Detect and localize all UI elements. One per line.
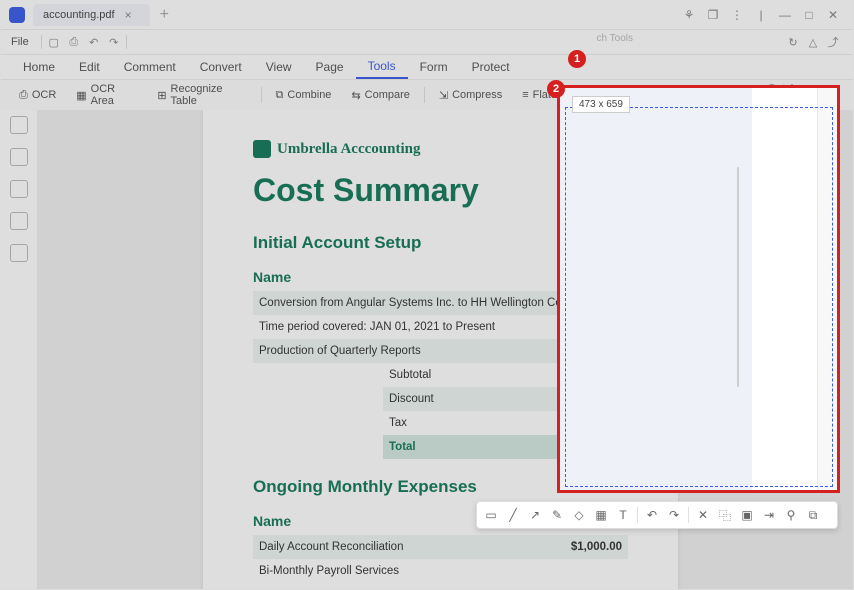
redo-tool-icon[interactable]: ↷ (664, 505, 684, 525)
cancel-capture-icon[interactable]: ✕ (693, 505, 713, 525)
col-name: Name (253, 513, 291, 529)
table-cell: Daily Account Reconciliation (259, 541, 403, 553)
menu-convert[interactable]: Convert (188, 56, 254, 78)
discount-label: Discount (389, 393, 434, 405)
app-logo-icon (9, 7, 25, 23)
table-cell: $1,000.00 (571, 541, 622, 553)
new-tab-button[interactable]: + (160, 6, 169, 24)
maximize-button[interactable]: □ (797, 8, 821, 22)
menu-form[interactable]: Form (408, 56, 460, 78)
quick-access-bar: File ▢ ⎙ ↶ ↷ ↻ △ ⤴ (1, 30, 853, 55)
share-capture-icon[interactable]: ⧉ (803, 505, 823, 525)
cloud-icon[interactable]: ↻ (783, 34, 803, 50)
minimize-button[interactable]: — (773, 8, 797, 22)
gift-icon[interactable]: ⚘ (677, 8, 701, 22)
menu-comment[interactable]: Comment (112, 56, 188, 78)
menu-edit[interactable]: Edit (67, 56, 112, 78)
compare-button[interactable]: ⇆Compare (343, 86, 417, 105)
tab-title: accounting.pdf (43, 9, 115, 21)
table-cell: Time period covered: JAN 01, 2021 to Pre… (259, 321, 495, 333)
app-window: accounting.pdf × + ch Tools ⚘ ❐ ⋮ | — □ … (0, 0, 854, 590)
ocr-area-button[interactable]: ▦OCR Area (68, 80, 145, 110)
attachments-icon[interactable] (10, 212, 28, 230)
col-name: Name (253, 269, 291, 285)
text-tool-icon[interactable]: T (613, 505, 633, 525)
table-cell: Production of Quarterly Reports (259, 345, 421, 357)
menu-home[interactable]: Home (11, 56, 67, 78)
bookmarks-icon[interactable] (10, 148, 28, 166)
export-capture-icon[interactable]: ⇥ (759, 505, 779, 525)
arrow-tool-icon[interactable]: ↗ (525, 505, 545, 525)
save-capture-icon[interactable]: ▣ (737, 505, 757, 525)
annotation-1: 1 (568, 50, 586, 68)
more-icon[interactable]: ⋮ (725, 8, 749, 22)
combine-button[interactable]: ⧉Combine (268, 86, 340, 105)
menu-view[interactable]: View (254, 56, 304, 78)
menu-bar: Home Edit Comment Convert View Page Tool… (1, 55, 853, 80)
left-sidebar (1, 110, 38, 589)
search-icon[interactable] (10, 244, 28, 262)
undo-tool-icon[interactable]: ↶ (642, 505, 662, 525)
capture-toolbar: ▭ ╱ ↗ ✎ ◇ ▦ T ↶ ↷ ✕ ⿻ ▣ ⇥ ⚲ ⧉ (476, 501, 838, 529)
table-cell: Bi-Monthly Payroll Services (259, 565, 399, 577)
document-tab[interactable]: accounting.pdf × (33, 4, 150, 26)
brand-logo-icon (253, 140, 271, 158)
close-window-button[interactable]: ✕ (821, 8, 845, 22)
thumbnails-icon[interactable] (10, 116, 28, 134)
close-tab-icon[interactable]: × (125, 8, 132, 22)
share-icon[interactable]: △ (803, 34, 823, 50)
line-tool-icon[interactable]: ╱ (503, 505, 523, 525)
tax-label: Tax (389, 417, 407, 429)
mosaic-tool-icon[interactable]: ▦ (591, 505, 611, 525)
brand-name: Umbrella Acccounting (277, 141, 420, 158)
annotation-2: 2 (547, 80, 565, 98)
capture-dimensions: 473 x 659 (572, 96, 630, 113)
menu-protect[interactable]: Protect (460, 56, 522, 78)
titlebar: accounting.pdf × + ch Tools ⚘ ❐ ⋮ | — □ … (1, 1, 853, 30)
copy-capture-icon[interactable]: ⿻ (715, 505, 735, 525)
redo-icon[interactable]: ↷ (104, 34, 124, 50)
capture-selection[interactable] (565, 107, 833, 487)
subtotal-label: Subtotal (389, 369, 431, 381)
comments-icon[interactable] (10, 180, 28, 198)
file-menu[interactable]: File (11, 36, 29, 48)
highlighter-tool-icon[interactable]: ◇ (569, 505, 589, 525)
menu-tools[interactable]: Tools (356, 55, 408, 79)
recognize-table-button[interactable]: ⊞Recognize Table (149, 80, 254, 110)
search-hint: ch Tools (596, 33, 633, 44)
pen-tool-icon[interactable]: ✎ (547, 505, 567, 525)
print-icon[interactable]: ⎙ (64, 34, 84, 50)
settings-icon[interactable]: ⤴ (823, 34, 843, 50)
menu-page[interactable]: Page (304, 56, 356, 78)
divider: | (749, 8, 773, 22)
undo-icon[interactable]: ↶ (84, 34, 104, 50)
window-icon[interactable]: ❐ (701, 8, 725, 22)
table-cell: Conversion from Angular Systems Inc. to … (259, 297, 565, 309)
compress-button[interactable]: ⇲Compress (431, 86, 510, 105)
pin-capture-icon[interactable]: ⚲ (781, 505, 801, 525)
save-icon[interactable]: ▢ (44, 34, 64, 50)
rect-tool-icon[interactable]: ▭ (481, 505, 501, 525)
ocr-button[interactable]: ⎙OCR (11, 86, 64, 105)
total-label: Total (389, 441, 416, 453)
